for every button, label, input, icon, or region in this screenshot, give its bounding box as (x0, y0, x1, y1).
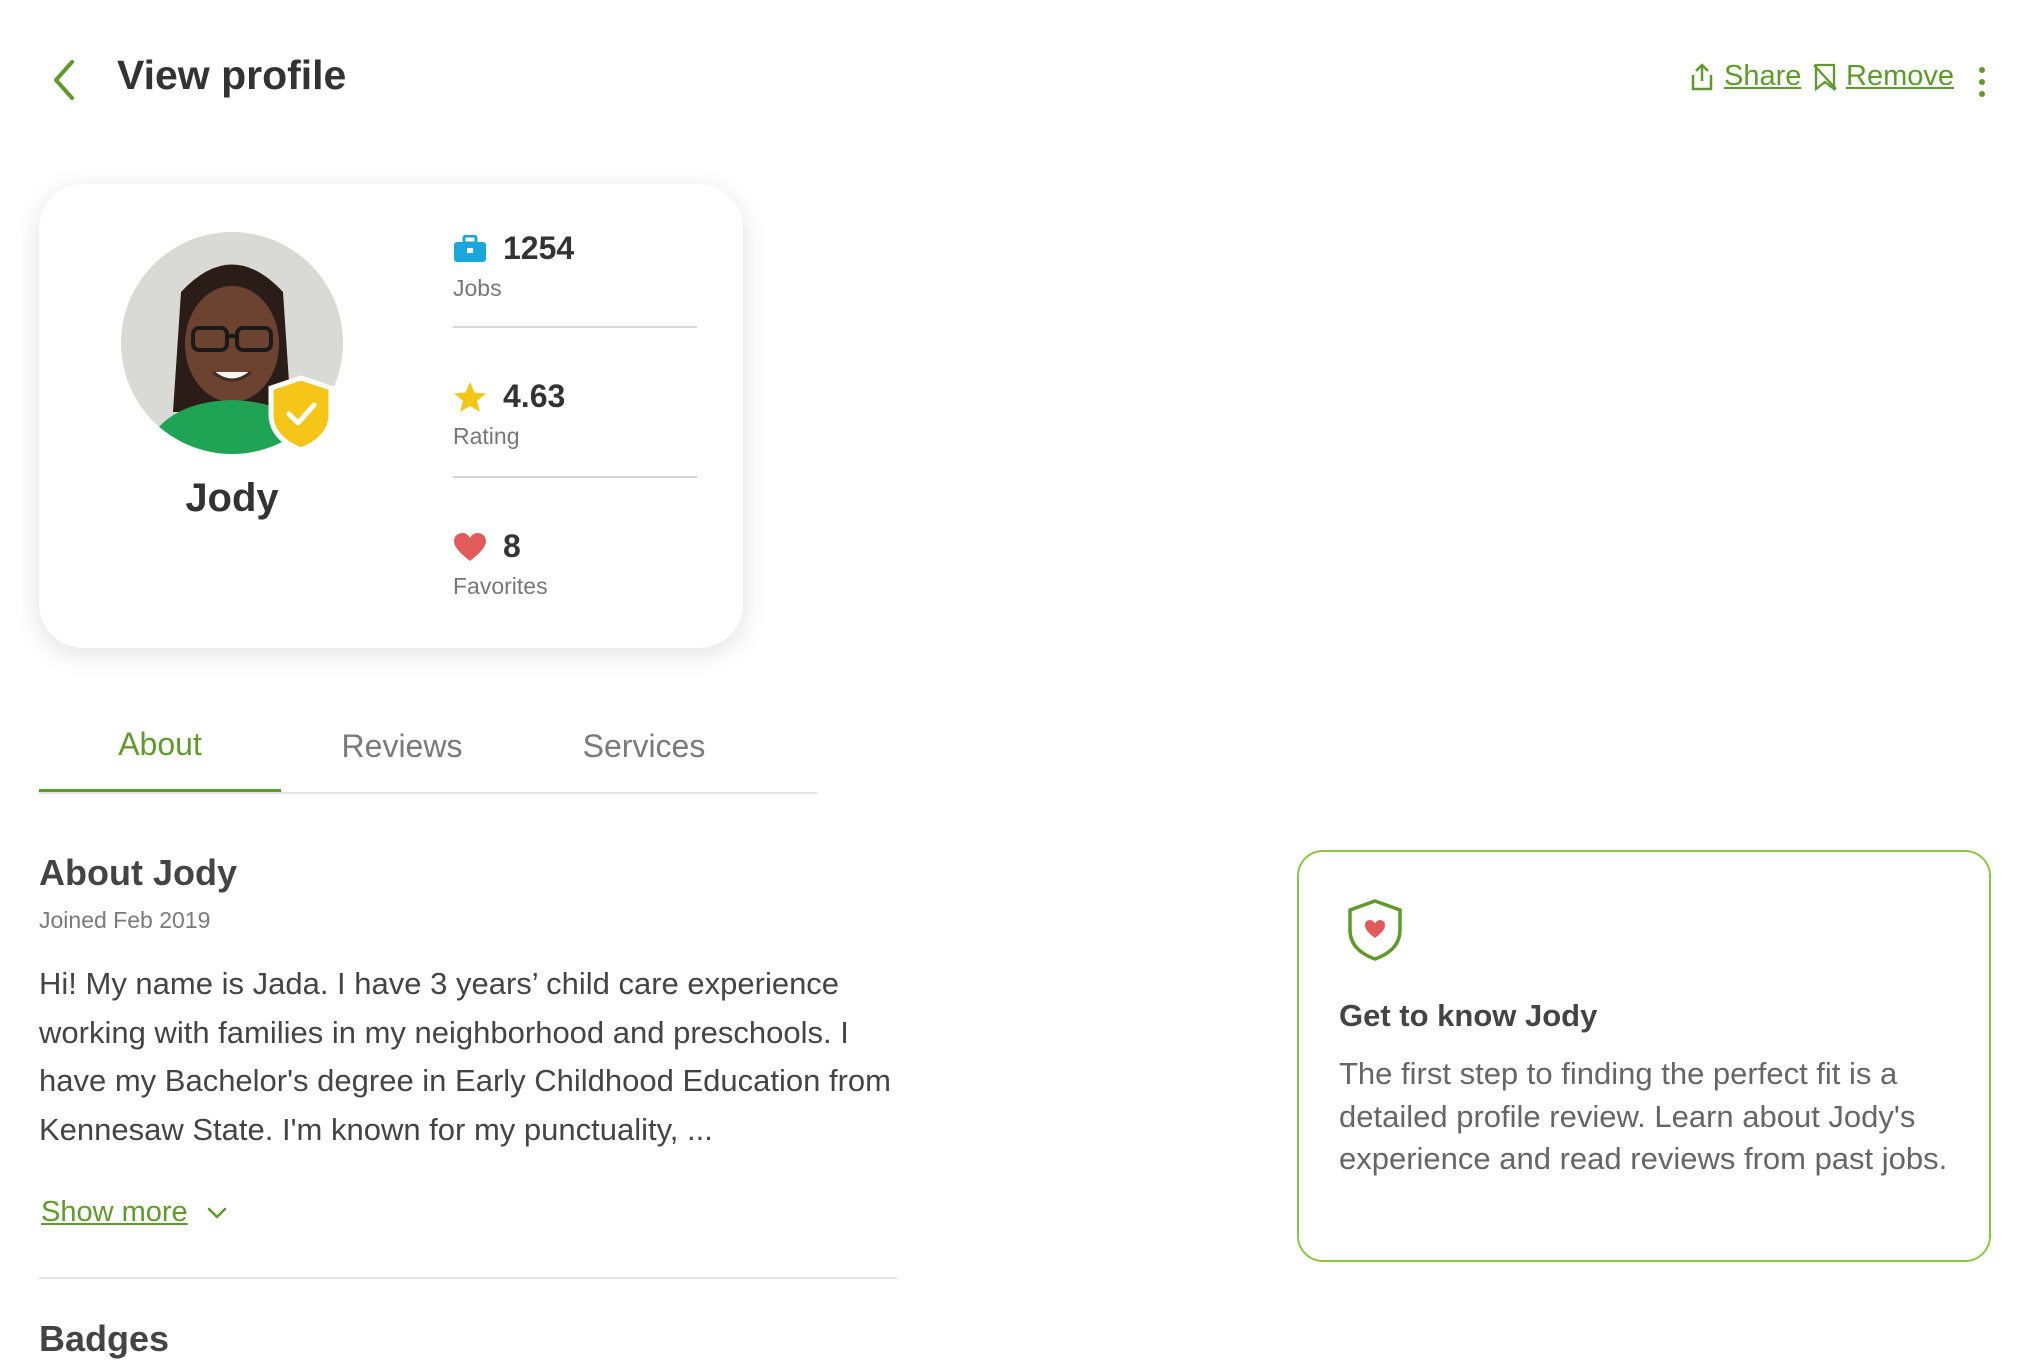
chevron-left-icon (54, 60, 74, 100)
profile-card: Jody 1254 Jobs 4.63 Rating 8 Favorites (39, 184, 743, 648)
section-divider (39, 1277, 897, 1279)
badges-title: Badges (39, 1318, 170, 1359)
briefcase-icon (454, 234, 486, 262)
about-title: About Jody (39, 852, 237, 893)
info-title: Get to know Jody (1339, 998, 1598, 1033)
stat-divider (453, 476, 697, 478)
show-more-label: Show more (41, 1196, 188, 1228)
rating-label: Rating (453, 423, 520, 449)
heart-icon (454, 532, 486, 561)
share-label: Share (1724, 60, 1802, 92)
more-options-button[interactable] (1972, 62, 1992, 102)
rating-value: 4.63 (503, 378, 566, 414)
tab-reviews[interactable]: Reviews (281, 700, 523, 792)
show-more-button[interactable]: Show more (41, 1196, 228, 1229)
provider-name: Jody (185, 476, 279, 520)
favorites-count: 8 (503, 528, 521, 564)
joined-date: Joined Feb 2019 (39, 907, 211, 933)
tab-about[interactable]: About (39, 700, 281, 792)
stat-jobs: 1254 Jobs (453, 230, 697, 302)
back-button[interactable] (46, 56, 86, 104)
get-to-know-card: Get to know Jody The first step to findi… (1297, 850, 1991, 1262)
verified-shield-icon (265, 374, 337, 454)
bookmark-remove-icon (1813, 63, 1837, 91)
bio-text: Hi! My name is Jada. I have 3 years’ chi… (39, 966, 891, 1147)
jobs-count: 1254 (503, 230, 575, 266)
page-title: View profile (117, 52, 347, 98)
star-icon (454, 381, 486, 412)
stat-divider (453, 326, 697, 328)
stat-rating: 4.63 Rating (453, 378, 697, 450)
favorites-label: Favorites (453, 573, 548, 599)
stat-favorites: 8 Favorites (453, 528, 697, 600)
share-icon (1691, 62, 1713, 90)
jobs-label: Jobs (453, 275, 502, 301)
remove-label: Remove (1846, 60, 1954, 92)
profile-tabs: About Reviews Services (39, 700, 817, 794)
chevron-down-icon (207, 1207, 226, 1218)
info-text: The first step to finding the perfect fi… (1339, 1056, 1948, 1176)
share-button[interactable]: Share (1688, 60, 1801, 93)
tab-services[interactable]: Services (523, 700, 765, 792)
shield-heart-icon (1346, 898, 1404, 962)
remove-button[interactable]: Remove (1812, 60, 1954, 93)
kebab-menu-icon (1979, 67, 1985, 97)
